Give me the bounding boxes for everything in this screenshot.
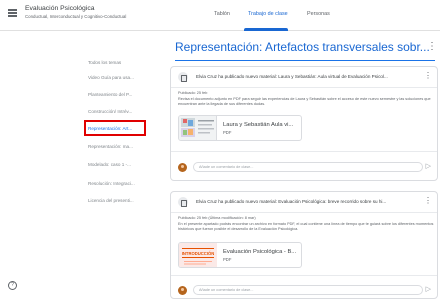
material-icon	[178, 72, 188, 82]
attachment[interactable]: Laura y Sebastián Aula vi... PDF	[178, 115, 302, 141]
topic-all[interactable]: Todos los temas	[88, 60, 121, 65]
send-icon[interactable]: ▷	[426, 163, 431, 171]
attachment-thumbnail: INTRODUCCIÓN	[179, 243, 217, 267]
document-thumbnail-icon: INTRODUCCIÓN	[179, 243, 217, 267]
material-card[interactable]: Elvia Cruz ha publicado nuevo material: …	[170, 66, 438, 181]
card-header[interactable]: Elvia Cruz ha publicado nuevo material: …	[171, 67, 437, 87]
comment-divider	[171, 151, 437, 152]
help-icon[interactable]: ?	[8, 281, 17, 290]
attachment-title: Laura y Sebastián Aula vi...	[223, 122, 294, 128]
material-icon	[178, 197, 188, 207]
tab-bar: Tablón Trabajo de clase Personas	[0, 0, 440, 31]
topic-item[interactable]: Planteamiento del P...	[88, 92, 132, 97]
attachment-title: Evaluación Psicológica - B...	[223, 249, 297, 255]
send-icon[interactable]: ▷	[426, 286, 431, 294]
attachment-type: PDF	[223, 130, 232, 135]
more-vert-icon[interactable]: ⋮	[424, 196, 432, 205]
active-tab-indicator	[244, 28, 288, 31]
card-divider	[171, 212, 437, 213]
topic-item[interactable]: Construcción/ Intrév...	[88, 109, 132, 114]
comment-input[interactable]: Añade un comentario de clase...	[193, 285, 423, 295]
avatar	[178, 163, 187, 172]
topic-item[interactable]: Video Guía para usa...	[88, 75, 134, 80]
published-date: Publicado: 25 feb	[178, 91, 208, 95]
tab-people[interactable]: Personas	[307, 11, 330, 17]
topic-item[interactable]: Modelado: caso 1 -...	[88, 162, 131, 167]
topic-item[interactable]: Resolución: Integraci...	[88, 181, 135, 186]
tab-stream[interactable]: Tablón	[214, 11, 230, 17]
tab-classwork[interactable]: Trabajo de clase	[248, 11, 288, 17]
avatar	[178, 286, 187, 295]
card-title[interactable]: Elvia Cruz ha publicado nuevo material: …	[196, 199, 424, 204]
thumbnail-text: INTRODUCCIÓN	[182, 251, 215, 256]
attachment-type: PDF	[223, 257, 232, 262]
app-header: Evaluación Psicológica Conductual, Inter…	[0, 0, 440, 31]
topic-item[interactable]: Representación: ma...	[88, 144, 133, 149]
comment-divider	[171, 275, 437, 276]
attachment-thumbnail	[179, 116, 217, 140]
topic-item[interactable]: Licencia del presenti...	[88, 198, 134, 203]
card-header[interactable]: Elvia Cruz ha publicado nuevo material: …	[171, 192, 437, 212]
card-description: En el presente apartado podrás encontrar…	[178, 222, 434, 231]
more-vert-icon[interactable]: ⋮	[427, 42, 437, 52]
card-description: Revisa el documento adjunto en PDF para …	[178, 97, 431, 106]
card-title[interactable]: Elvia Cruz ha publicado nuevo material: …	[196, 74, 424, 79]
material-card[interactable]: Elvia Cruz ha publicado nuevo material: …	[170, 191, 438, 299]
topics-list: Todos los temas Video Guía para usa... P…	[0, 31, 160, 300]
comment-input[interactable]: Añade un comentario de clase...	[193, 162, 423, 172]
published-date: Publicado: 25 feb (Última modificación: …	[178, 216, 256, 220]
selection-highlight-box	[84, 120, 146, 136]
topic-heading: Representación: Artefactos transversales…	[175, 40, 430, 54]
card-divider	[171, 87, 437, 88]
heading-divider	[175, 60, 435, 61]
document-thumbnail-icon	[181, 118, 214, 137]
attachment[interactable]: INTRODUCCIÓN Evaluación Psicológica - B.…	[178, 242, 302, 268]
more-vert-icon[interactable]: ⋮	[424, 71, 432, 80]
